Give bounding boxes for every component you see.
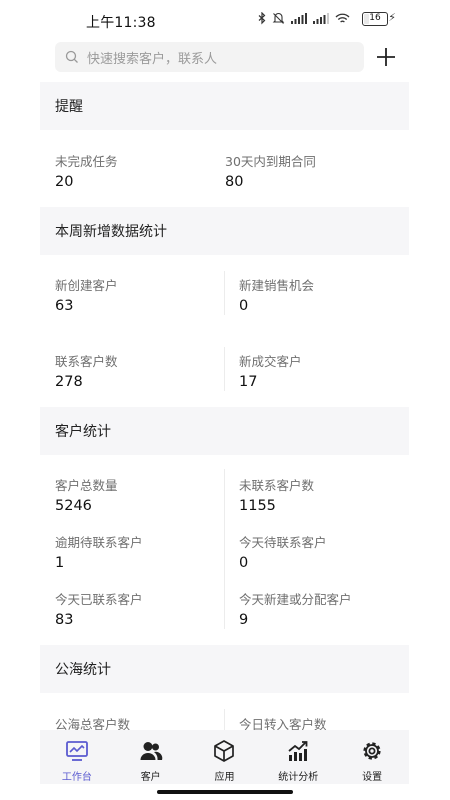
nav-label: 统计分析 (278, 772, 319, 783)
nav-label: 工作台 (61, 772, 92, 783)
stat-cell[interactable]: 新创建客户 63 (55, 275, 239, 314)
search-placeholder: 快速搜索客户，联系人 (87, 51, 218, 67)
stat-label: 未完成任务 (55, 154, 118, 169)
section-title-reminder: 提醒 (40, 82, 409, 130)
home-indicator[interactable] (157, 790, 293, 794)
stat-label: 新建销售机会 (239, 278, 315, 293)
nav-item-customers[interactable]: 客户 (114, 730, 188, 784)
stat-cell[interactable]: 今日转入客户数 (239, 714, 409, 730)
stat-cell[interactable]: 客户总数量 5246 (55, 475, 239, 514)
stat-label: 联系客户数 (55, 354, 118, 369)
stat-cell[interactable]: 联系客户数 278 (55, 351, 239, 390)
nav-label: 客户 (140, 772, 161, 783)
section-title-customers: 客户统计 (40, 407, 409, 455)
signal-icon (291, 13, 307, 24)
add-button[interactable] (374, 44, 398, 70)
stat-label: 客户总数量 (55, 478, 118, 493)
section-title-pool: 公海统计 (40, 645, 409, 693)
nav-label: 应用 (214, 772, 235, 783)
stat-value: 20 (55, 174, 74, 190)
status-icons (258, 12, 350, 25)
stat-value: 9 (239, 612, 249, 628)
bluetooth-icon (258, 12, 266, 25)
status-bar: 上午11:38 16 ⚡ (0, 0, 450, 40)
stat-value: 0 (239, 298, 249, 314)
customers-icon (140, 742, 162, 760)
stat-cell[interactable]: 今天新建或分配客户 9 (239, 589, 409, 628)
mute-icon (272, 12, 285, 24)
nav-label: 设置 (362, 772, 383, 783)
pool-grid: 公海总客户数 今日转入客户数 (40, 693, 409, 730)
cube-icon (214, 740, 235, 762)
stat-label: 今天已联系客户 (55, 592, 143, 607)
stat-value: 17 (239, 374, 258, 390)
wifi-icon (335, 13, 350, 23)
stat-cell[interactable]: 未联系客户数 1155 (239, 475, 409, 514)
stat-cell[interactable]: 今天待联系客户 0 (239, 532, 409, 571)
section-title-weekly: 本周新增数据统计 (40, 207, 409, 255)
stat-cell[interactable]: 逾期待联系客户 1 (55, 532, 239, 571)
gear-icon (363, 742, 381, 760)
stat-value: 63 (55, 298, 74, 314)
stat-cell[interactable]: 新成交客户 17 (239, 351, 409, 390)
stat-label: 公海总客户数 (55, 717, 131, 730)
nav-item-apps[interactable]: 应用 (188, 730, 262, 784)
stat-value: 1 (55, 555, 65, 571)
nav-item-workbench[interactable]: 工作台 (40, 730, 114, 784)
stat-label: 今天待联系客户 (239, 535, 327, 550)
stat-label: 今日转入客户数 (239, 717, 327, 730)
stat-value: 5246 (55, 498, 92, 514)
search-row: 快速搜索客户，联系人 (0, 42, 450, 74)
stat-value: 1155 (239, 498, 276, 514)
signal-icon (313, 13, 329, 24)
nav-item-settings[interactable]: 设置 (335, 730, 409, 784)
stat-value: 0 (239, 555, 249, 571)
stat-cell[interactable]: 30天内到期合同 80 (225, 151, 409, 190)
charging-icon: ⚡ (388, 11, 396, 24)
stat-label: 新成交客户 (239, 354, 302, 369)
stat-cell[interactable]: 新建销售机会 0 (239, 275, 409, 314)
reminder-grid: 未完成任务 20 30天内到期合同 80 (40, 130, 409, 207)
nav-item-statistics[interactable]: 统计分析 (261, 730, 335, 784)
dashboard-content[interactable]: 提醒 未完成任务 20 30天内到期合同 80 本周新增数据统计 新创建客户 6… (40, 82, 409, 730)
chart-icon (288, 741, 308, 761)
status-time: 上午11:38 (86, 15, 156, 31)
stat-label: 今天新建或分配客户 (239, 592, 352, 607)
weekly-grid: 新创建客户 63 新建销售机会 0 联系客户数 278 新成交客户 17 (40, 255, 409, 407)
stat-label: 逾期待联系客户 (55, 535, 143, 550)
search-icon (65, 50, 78, 63)
dashboard-icon (65, 741, 88, 761)
stat-label: 30天内到期合同 (225, 154, 316, 169)
stat-cell[interactable]: 今天已联系客户 83 (55, 589, 239, 628)
stat-cell[interactable]: 未完成任务 20 (55, 151, 239, 190)
battery-level: 16 (369, 13, 381, 23)
stat-label: 新创建客户 (55, 278, 118, 293)
stat-value: 278 (55, 374, 83, 390)
stat-label: 未联系客户数 (239, 478, 315, 493)
search-input[interactable]: 快速搜索客户，联系人 (55, 42, 364, 72)
stat-value: 83 (55, 612, 74, 628)
customers-grid: 客户总数量 5246 未联系客户数 1155 逾期待联系客户 1 今天待联系客户… (40, 455, 409, 645)
stat-value: 80 (225, 174, 244, 190)
bottom-nav: 工作台 客户 应用 统计分析 设置 (40, 730, 409, 784)
stat-cell[interactable]: 公海总客户数 (55, 714, 239, 730)
battery-icon: 16 (362, 12, 388, 26)
